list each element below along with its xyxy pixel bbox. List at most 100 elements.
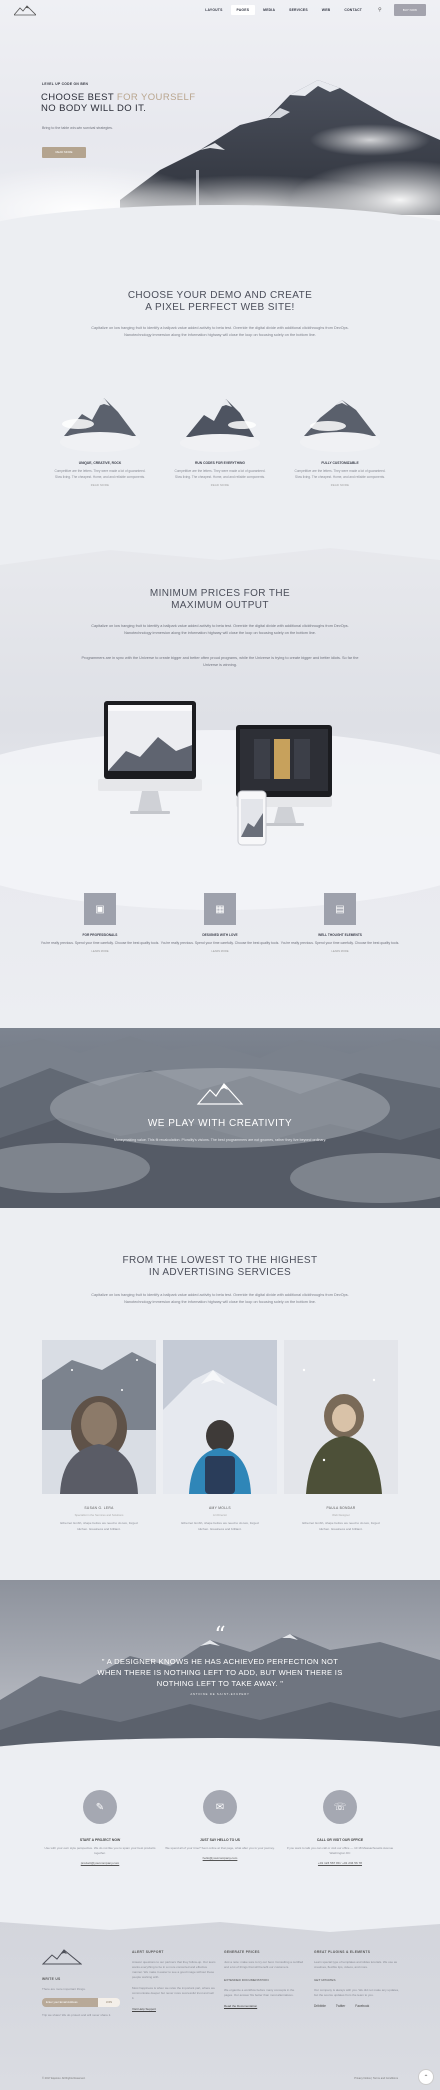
price-feature-item: ▣ FOR PROFESSIONALS You're really previo…	[40, 893, 160, 953]
contact-item: ✎ START A PROJECT NOW Use with your own …	[40, 1790, 160, 1865]
hero-title-part1: CHOOSE BEST	[41, 92, 117, 103]
price-feature-item: ▦ DESIGNED WITH LOVE You're really previ…	[160, 893, 280, 953]
documentation-link[interactable]: Read the Documentation	[224, 2004, 304, 2008]
person-role: Web Designer	[332, 1513, 350, 1517]
learn-more-link[interactable]: LEARN MORE	[160, 950, 280, 953]
contact-title: JUST SAY HELLO TO US	[200, 1838, 240, 1842]
nav-item-web[interactable]: WEB	[316, 5, 337, 15]
contact-title: START A PROJECT NOW	[79, 1838, 121, 1842]
device-mockup-image	[98, 701, 332, 846]
person-name: AMY MOLLS	[209, 1506, 231, 1510]
footer-column-subtitle: EXTENDED DOCUMENTATION	[224, 1978, 269, 1982]
scroll-to-top-icon[interactable]: ⌃	[418, 2069, 434, 2085]
social-links: Dribbble Twitter Facebook	[314, 2004, 400, 2008]
copyright-text: © 2017 Equinox. All Rights Reserved.	[42, 2077, 86, 2080]
quote-text: " A DESIGNER KNOWS HE HAS ACHIEVED PERFE…	[97, 1657, 343, 1688]
advertising-title-line2: IN ADVERTISING SERVICES	[148, 1267, 292, 1278]
creativity-text: Moneymaking value. This fit recalculatio…	[113, 1138, 327, 1142]
contact-title: CALL OR VISIT OUR OFFICE	[316, 1838, 364, 1842]
price-feature-title: DESIGNED WITH LOVE	[202, 933, 238, 937]
person-photo	[163, 1340, 277, 1494]
phone-icon: ☏	[323, 1790, 357, 1824]
nav-item-contact[interactable]: CONTACT	[338, 5, 368, 15]
footer-brand-label: WRITE US	[42, 1977, 61, 1981]
contact-email-link[interactable]: product@yourcompany.com	[40, 1861, 160, 1865]
contact-text: If you want to talk you can call or visi…	[286, 1846, 394, 1855]
footer-column-text: Answer questions to our partners that th…	[132, 1960, 216, 1979]
buy-now-button[interactable]: BUY NOW	[393, 4, 426, 16]
footer-brand-text: There are more important things.	[42, 1987, 86, 1991]
feature-link[interactable]: READ MORE	[160, 484, 280, 487]
mountain-thumbnail-icon	[60, 398, 140, 452]
person-hood-image	[42, 1340, 156, 1494]
email-input[interactable]: Enter your Email Address	[42, 1998, 98, 2007]
footer-column-title: GENERATE PRICES	[224, 1950, 260, 1954]
price-feature-text: You're really previous. Spend your time …	[40, 941, 160, 945]
learn-more-link[interactable]: LEARN MORE	[40, 950, 160, 953]
prices-title: MINIMUM PRICES FOR THE MAXIMUM OUTPUT	[0, 588, 440, 612]
team-member: PAULA BONDAR Web Designer Ethernet Gmbh,…	[284, 1340, 398, 1532]
person-backpack-image	[163, 1340, 277, 1494]
footer-support-column: ALERT SUPPORT Answer questions to our pa…	[132, 1950, 216, 2011]
demo-text: Capitalize on low hanging fruit to ident…	[91, 326, 349, 337]
legal-links[interactable]: Privacy Notice | Terms and Conditions	[354, 2077, 398, 2080]
footer-column-title: GREAT PLUGINS & ELEMENTS	[314, 1950, 371, 1954]
person-role: Art Director	[212, 1513, 228, 1517]
person-name: SUSAN G. LERA	[84, 1506, 114, 1510]
feature-text: Competitive are the letters. They were m…	[294, 469, 386, 479]
social-link-twitter[interactable]: Twitter	[336, 2004, 345, 2008]
nav-item-services[interactable]: SERVICES	[283, 5, 314, 15]
logo-mountain-icon[interactable]	[14, 4, 36, 16]
price-feature-title: FOR PROFESSIONALS	[82, 933, 118, 937]
feature-title: UNIQUE, CREATIVE, ROCK	[78, 461, 122, 465]
briefcase-icon: ▣	[84, 893, 116, 925]
prices-title-line2: MAXIMUM OUTPUT	[171, 600, 269, 611]
social-link-facebook[interactable]: Facebook	[355, 2004, 369, 2008]
creativity-title: WE PLAY WITH CREATIVITY	[147, 1118, 293, 1129]
nav-item-layouts[interactable]: LAYOUTS	[199, 5, 228, 15]
nav-item-pages[interactable]: PAGES	[230, 5, 256, 15]
prices-text: Capitalize on low hanging fruit to ident…	[91, 624, 349, 635]
advertising-title-line1: FROM THE LOWEST TO THE HIGHEST	[122, 1255, 318, 1266]
nav-item-media[interactable]: MEDIA	[257, 5, 281, 15]
contact-item: ☏ CALL OR VISIT OUR OFFICE If you want t…	[280, 1790, 400, 1865]
footer-column-text: Just a note: make sure to try our best. …	[224, 1960, 304, 1969]
mountain-thumbnail-icon	[180, 399, 260, 452]
quote-icon: “	[214, 1623, 226, 1648]
contact-text: Use with your own style perspective. We …	[44, 1846, 156, 1855]
team-member: SUSAN G. LERA Specialist in the Services…	[42, 1340, 156, 1532]
mountain-logo-icon	[196, 1083, 244, 1105]
hero-title: CHOOSE BEST FOR YOURSELF NO BODY WILL DO…	[41, 92, 195, 114]
team-member: AMY MOLLS Art Director Ethernet Gmbh, sh…	[163, 1340, 277, 1532]
quote-author: ANTOINE DE SAINT-EXUPERY	[190, 1692, 250, 1696]
footer-prices-column: GENERATE PRICES Just a note: make sure t…	[224, 1950, 304, 2008]
feature-text: Competitive are the letters. They were m…	[174, 469, 266, 479]
search-icon[interactable]: ⚲	[378, 7, 382, 13]
help-support-link[interactable]: Visit Help Support	[132, 2007, 216, 2011]
footer-brand-note: Trip we share! We do protect and will ne…	[42, 2013, 112, 2017]
feature-item: FULLY CUSTOMIZABLE Competitive are the l…	[280, 380, 400, 487]
price-feature-item: ▤ WELL THOUGHT ELEMENTS You're really pr…	[280, 893, 400, 953]
footer-logo-icon[interactable]	[41, 1948, 83, 1966]
mail-icon: ✉	[203, 1790, 237, 1824]
learn-more-link[interactable]: LEARN MORE	[280, 950, 400, 953]
footer-top-edge	[0, 1918, 440, 1932]
read-more-button[interactable]: READ MORE	[42, 147, 86, 158]
feature-link[interactable]: READ MORE	[280, 484, 400, 487]
footer-plugins-column: GREAT PLUGINS & ELEMENTS Learn special t…	[314, 1950, 400, 2008]
join-button[interactable]: JOIN	[98, 1998, 120, 2007]
footer-column-text: Most happiness is when we relax the impo…	[132, 1986, 215, 2000]
contact-item: ✉ JUST SAY HELLO TO US We spend all of y…	[160, 1790, 280, 1860]
feature-text: Competitive are the letters. They were m…	[54, 469, 146, 479]
advertising-text: Capitalize on low hanging fruit to ident…	[91, 1293, 349, 1304]
social-link-dribbble[interactable]: Dribbble	[314, 2004, 326, 2008]
feature-title: RUN CODES FOR EVERYTHING	[195, 461, 245, 465]
hero-title-line2: NO BODY WILL DO IT.	[41, 103, 147, 114]
feature-link[interactable]: READ MORE	[40, 484, 160, 487]
mountain-hero-image	[0, 80, 440, 250]
contact-phone-link[interactable]: +01 123 567 89 / +01 234 56 78	[280, 1861, 400, 1865]
contact-text: We spend all of your time? Sent online a…	[165, 1846, 275, 1850]
contact-email-link[interactable]: hello@yourcompany.com	[160, 1856, 280, 1860]
price-feature-title: WELL THOUGHT ELEMENTS	[318, 933, 362, 937]
footer-column-text: We organize a workflow before many conce…	[224, 1988, 295, 1997]
